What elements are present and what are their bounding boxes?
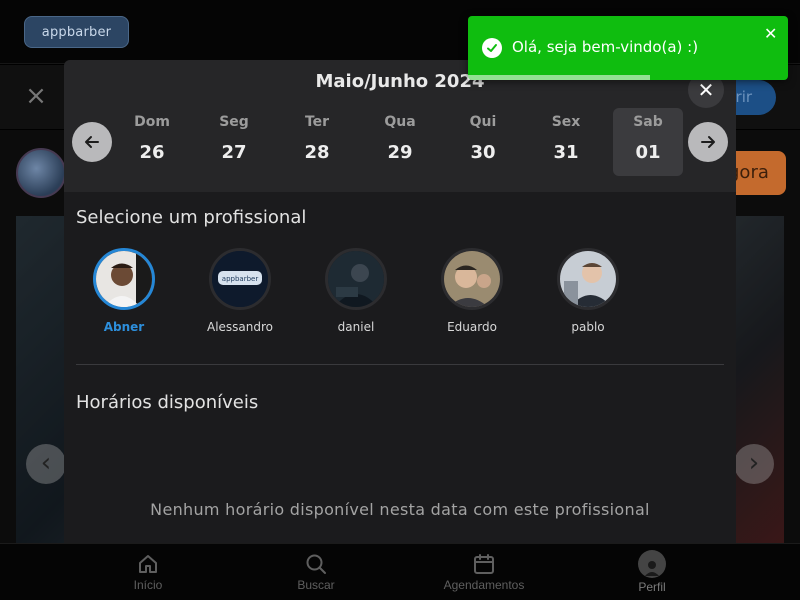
profile-icon — [638, 550, 666, 578]
background-close-icon: × — [25, 81, 47, 111]
toast-close-icon[interactable]: ✕ — [764, 24, 777, 43]
professional-name: Abner — [103, 320, 145, 334]
next-week-button[interactable] — [688, 122, 728, 162]
toast-message: Olá, seja bem-vindo(a) :) — [512, 38, 699, 56]
avatar-logo-text: appbarber — [222, 275, 259, 283]
nav-label: Buscar — [297, 578, 335, 592]
day-number: 27 — [221, 142, 247, 163]
day-option[interactable]: Dom 26 — [117, 108, 187, 176]
professionals-title: Selecione um profissional — [76, 207, 307, 228]
professional-option[interactable]: Eduardo — [422, 248, 522, 334]
day-number: 26 — [139, 142, 165, 163]
carousel-next-icon: › — [734, 444, 774, 484]
person-photo-icon — [560, 251, 616, 307]
day-name: Ter — [304, 114, 330, 130]
day-name: Dom — [134, 114, 170, 130]
professional-name: daniel — [337, 320, 375, 334]
person-photo-icon — [328, 251, 384, 307]
day-number: 31 — [553, 142, 579, 163]
search-icon — [306, 554, 326, 574]
appbarber-logo-icon: appbarber — [212, 251, 268, 307]
nav-label: Agendamentos — [443, 578, 525, 592]
professional-option-selected[interactable]: Abner — [74, 248, 174, 334]
home-icon — [139, 555, 157, 573]
day-option-selected[interactable]: Sab 01 — [613, 108, 683, 176]
close-icon: ✕ — [697, 78, 715, 102]
person-photo-icon — [96, 251, 152, 307]
day-option[interactable]: Ter 28 — [282, 108, 352, 176]
arrow-left-icon — [85, 136, 99, 148]
no-times-message: Nenhum horário disponível nesta data com… — [150, 500, 650, 519]
welcome-toast: Olá, seja bem-vindo(a) :) ✕ — [468, 16, 788, 80]
arrow-right-icon — [701, 136, 715, 148]
booking-modal: Maio/Junho 2024 Dom 26 Seg 27 Ter 28 Qua… — [64, 60, 736, 543]
nav-label: Início — [133, 578, 163, 592]
nav-home[interactable]: Início — [98, 544, 198, 600]
app-logo[interactable]: appbarber — [24, 16, 129, 48]
professional-avatar — [93, 248, 155, 310]
day-name: Sab — [633, 114, 663, 130]
professional-name: Eduardo — [447, 320, 497, 334]
previous-week-button[interactable] — [72, 122, 112, 162]
professional-name: Alessandro — [206, 320, 274, 334]
day-number: 30 — [470, 142, 496, 163]
calendar-icon — [474, 554, 494, 574]
day-option[interactable]: Seg 27 — [199, 108, 269, 176]
person-photo-icon — [444, 251, 500, 307]
nav-search[interactable]: Buscar — [266, 544, 366, 600]
carousel-prev-icon: ‹ — [26, 444, 66, 484]
professional-option[interactable]: daniel — [306, 248, 406, 334]
day-number: 01 — [635, 142, 661, 163]
app-page: appbarber × brir gora ‹ › Maio/Junho 202… — [0, 0, 800, 600]
check-circle-icon — [482, 38, 502, 58]
day-option[interactable]: Sex 31 — [531, 108, 601, 176]
professional-option[interactable]: pablo — [538, 248, 638, 334]
shop-avatar — [16, 148, 66, 198]
nav-profile[interactable]: Perfil — [602, 544, 702, 600]
day-name: Seg — [219, 114, 249, 130]
day-name: Sex — [551, 114, 581, 130]
professional-avatar — [441, 248, 503, 310]
available-times-title: Horários disponíveis — [76, 392, 259, 413]
nav-label: Perfil — [638, 580, 666, 594]
day-option[interactable]: Qui 30 — [448, 108, 518, 176]
professional-avatar: appbarber — [209, 248, 271, 310]
day-name: Qua — [384, 114, 416, 130]
professional-avatar — [557, 248, 619, 310]
day-number: 28 — [304, 142, 330, 163]
day-number: 29 — [387, 142, 413, 163]
bottom-navigation: Início Buscar Agendamentos Perfil — [0, 543, 800, 600]
nav-appointments[interactable]: Agendamentos — [434, 544, 534, 600]
professional-option[interactable]: appbarber Alessandro — [190, 248, 290, 334]
day-name: Qui — [469, 114, 497, 130]
toast-progress-track — [468, 75, 788, 80]
professional-name: pablo — [571, 320, 605, 334]
toast-progress-bar — [468, 75, 651, 80]
day-option[interactable]: Qua 29 — [365, 108, 435, 176]
section-divider — [76, 364, 724, 365]
professional-avatar — [325, 248, 387, 310]
